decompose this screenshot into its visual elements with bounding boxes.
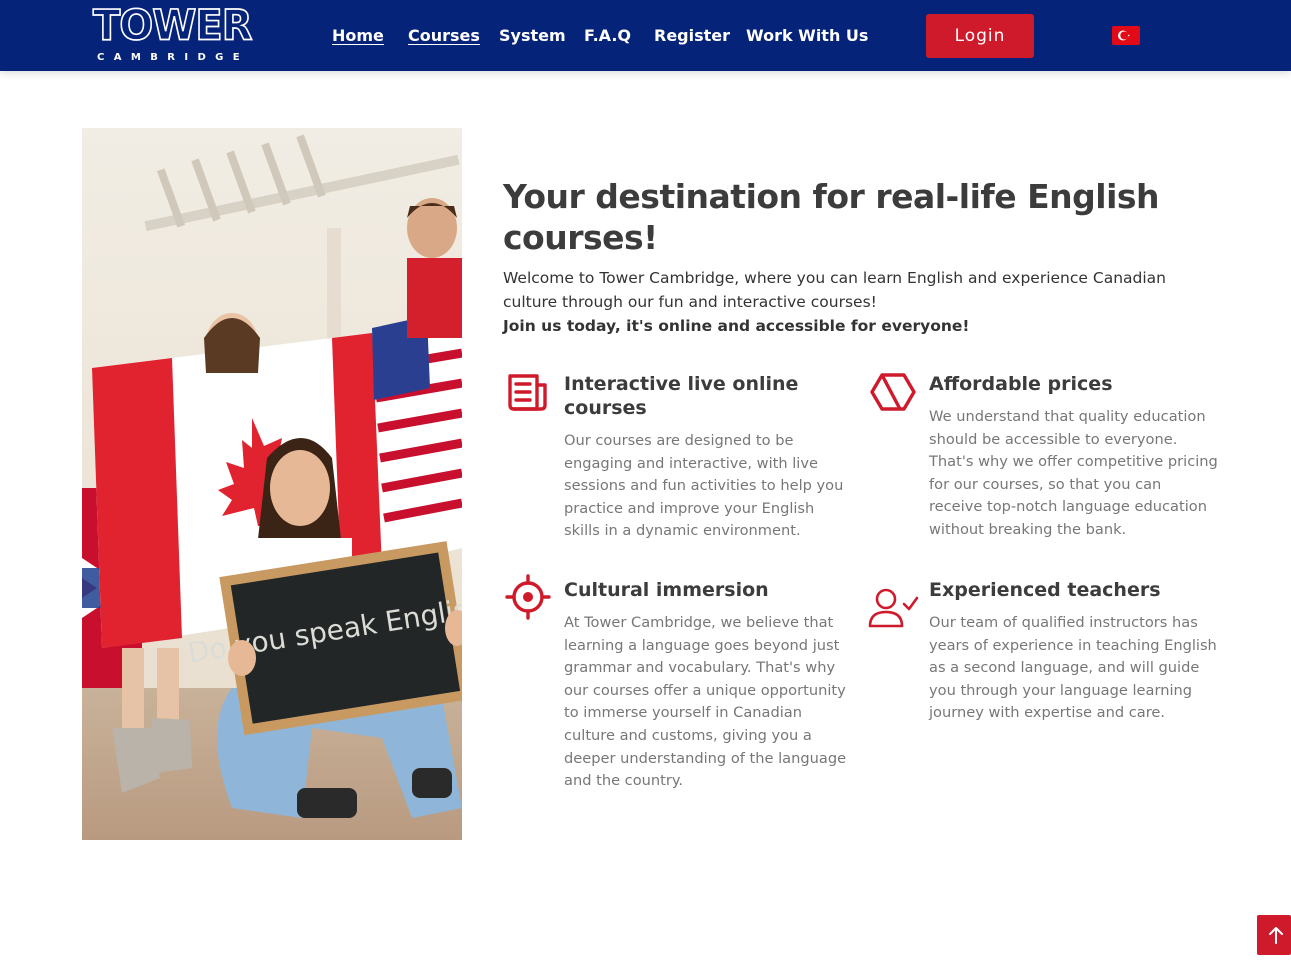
scroll-to-top-button[interactable] [1257, 915, 1291, 955]
nav-system-link[interactable]: System [499, 24, 566, 48]
intro-callout: Join us today, it's online and accessibl… [503, 317, 970, 335]
feature-text-affordable-prices: We understand that quality education sho… [929, 408, 1218, 538]
feature-text-live-courses: Our courses are designed to be engaging … [564, 432, 844, 540]
logo-wordmark: TOWER [92, 1, 253, 51]
tower-cambridge-logo[interactable]: TOWER CAMBRIDGE [92, 2, 253, 66]
feature-title-affordable-prices: Affordable prices [929, 373, 1113, 395]
site-header: TOWER CAMBRIDGE Home Courses System F.A.… [0, 0, 1291, 71]
newspaper-icon [508, 374, 547, 411]
hexagon-icon [870, 373, 916, 411]
nav-courses-link[interactable]: Courses [408, 24, 480, 48]
nav-faq-link[interactable]: F.A.Q [584, 24, 631, 48]
nav-register-link[interactable]: Register [654, 24, 730, 48]
page-headline: Your destination for real-life English c… [503, 177, 1160, 257]
students-with-flags-photo: Do you speak English? [82, 128, 462, 840]
feature-title-live-courses: Interactive live online courses [564, 373, 799, 419]
feature-text-cultural-immersion: At Tower Cambridge, we believe that lear… [564, 614, 847, 790]
nav-work-with-us-link[interactable]: Work With Us [746, 24, 868, 48]
logo-subtitle: CAMBRIDGE [97, 52, 250, 63]
feature-text-experienced-teachers: Our team of qualified instructors has ye… [929, 614, 1217, 722]
feature-title-cultural-immersion: Cultural immersion [564, 579, 769, 601]
nav-home-link[interactable]: Home [332, 24, 384, 48]
feature-title-experienced-teachers: Experienced teachers [929, 579, 1161, 601]
user-check-icon [868, 588, 919, 628]
intro-text: Welcome to Tower Cambridge, where you ca… [503, 269, 1166, 311]
turkey-flag-icon[interactable] [1112, 26, 1140, 45]
login-button[interactable]: Login [926, 14, 1034, 58]
arrow-up-icon [1269, 927, 1283, 944]
target-icon [505, 574, 551, 620]
